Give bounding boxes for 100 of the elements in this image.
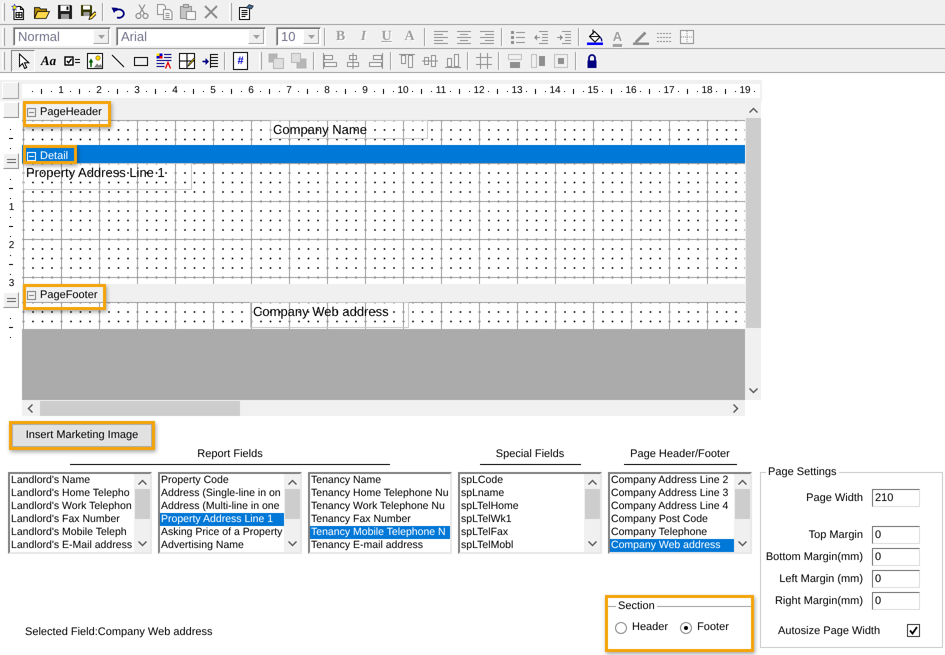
chevron-up-icon[interactable] (288, 479, 296, 485)
list-item[interactable]: Landlord's Mobile Teleph (10, 526, 134, 539)
list-item[interactable]: Company Address Line 2 (610, 474, 734, 487)
list-item[interactable]: Tenancy Mobile Telephone N (310, 526, 450, 539)
floppy-pencil-icon (80, 4, 96, 20)
ruler-label: 7 (286, 85, 292, 96)
group-heading: Report Fields (197, 448, 263, 461)
vertical-scrollbar[interactable] (734, 474, 750, 552)
scrollbar-thumb[interactable] (40, 400, 240, 416)
radio-icon[interactable] (680, 622, 692, 634)
group-heading: Special Fields (496, 448, 564, 461)
report-field[interactable]: Company Name (270, 120, 428, 139)
new-document-icon (10, 4, 26, 20)
ruler-label: 8 (324, 85, 330, 96)
collapse-icon[interactable] (27, 108, 36, 117)
report-field[interactable]: Company Web address (250, 302, 409, 328)
list-item[interactable]: Landlord's Home Telepho (10, 487, 134, 500)
list-item[interactable]: Advertising Name (160, 539, 284, 552)
section-handle[interactable] (3, 153, 19, 169)
vertical-scrollbar[interactable] (284, 474, 300, 552)
list-item[interactable]: Company Post Code (610, 513, 734, 526)
paint-bucket-icon (586, 28, 602, 44)
scrollbar-thumb[interactable] (284, 489, 300, 519)
list-item[interactable]: spLTelHome (460, 500, 584, 513)
list-item[interactable]: Landlord's Name (10, 474, 134, 487)
list-item[interactable]: Company Telephone (610, 526, 734, 539)
list-item[interactable]: Address (Multi-line in one (160, 500, 284, 513)
list-item[interactable]: Tenancy Name (310, 474, 450, 487)
ruler-label: 10 (397, 85, 409, 96)
number-field[interactable]: 0 (872, 592, 920, 610)
document-icon (238, 4, 254, 20)
list-item[interactable]: spLTelFax (460, 526, 584, 539)
group-title: Page Settings (767, 466, 838, 479)
insert-image-button[interactable]: Insert Marketing Image (12, 424, 152, 447)
align-center-icon (456, 28, 472, 44)
folder-icon (34, 4, 50, 20)
section-handle[interactable] (3, 102, 19, 118)
list-item[interactable]: Tenancy E-mail address (310, 539, 450, 552)
align-right-icon (478, 28, 494, 44)
ruler-label: 11 (436, 85, 446, 96)
list-item[interactable]: Company Web address (610, 539, 734, 552)
list-item[interactable]: Landlord's Work Telephon (10, 500, 134, 513)
scrollbar-thumb[interactable] (584, 489, 600, 519)
scrollbar-thumb[interactable] (734, 489, 750, 519)
chevron-up-icon[interactable] (738, 479, 746, 485)
horizontal-scrollbar[interactable] (22, 400, 745, 416)
number-field[interactable]: 0 (872, 526, 920, 544)
vertical-scrollbar[interactable] (584, 474, 600, 552)
align-left-edges-icon (322, 52, 338, 68)
autosize-checkbox[interactable] (907, 624, 920, 637)
report-field[interactable]: Property Address Line 1 (23, 163, 192, 190)
vertical-scrollbar[interactable] (134, 474, 150, 552)
list-item[interactable]: spLname (460, 487, 584, 500)
chevron-down-icon[interactable] (748, 388, 758, 394)
chevron-up-icon[interactable] (138, 479, 146, 485)
vertical-scrollbar[interactable] (745, 101, 761, 400)
pointer-tool-button[interactable] (11, 50, 35, 72)
list-item[interactable]: Landlord's E-Mail address (10, 539, 134, 552)
scrollbar-thumb[interactable] (746, 118, 760, 328)
list-item[interactable]: Tenancy Home Telephone Nu (310, 487, 450, 500)
list-item[interactable]: Property Code (160, 474, 284, 487)
list-item[interactable]: spLCode (460, 474, 584, 487)
list-item[interactable]: Landlord's Fax Number (10, 513, 134, 526)
scrollbar-thumb[interactable] (134, 489, 150, 519)
list-item[interactable]: Company Address Line 4 (610, 500, 734, 513)
list-item[interactable]: Address (Single-line in on (160, 487, 284, 500)
number-field[interactable]: 0 (872, 570, 920, 588)
chevron-left-icon[interactable] (27, 404, 33, 412)
list-item[interactable]: Property Address Line 1 (160, 513, 284, 526)
radio-option[interactable]: Footer (680, 621, 729, 634)
status-text: Selected Field:Company Web address (25, 626, 213, 638)
page-number-button[interactable]: # (233, 52, 248, 70)
chevron-down-icon[interactable] (288, 541, 296, 547)
copy-pages-icon (156, 4, 172, 20)
chevron-down-icon[interactable] (588, 541, 596, 547)
chevron-down-icon[interactable] (738, 541, 746, 547)
dashed-box-icon (552, 52, 568, 68)
ruler-label: 19 (739, 85, 751, 96)
number-field[interactable]: 210 (872, 489, 920, 507)
chevron-down-icon[interactable] (138, 541, 146, 547)
list-item[interactable]: Tenancy Work Telephone Nu (310, 500, 450, 513)
list-item[interactable]: Company Address Line 3 (610, 487, 734, 500)
list-item[interactable]: Tenancy Fax Number (310, 513, 450, 526)
align-bottom-edges-icon (444, 52, 460, 68)
list-item[interactable]: spLTelMobl (460, 539, 584, 552)
chevron-up-icon[interactable] (748, 107, 758, 113)
chevron-up-icon[interactable] (588, 479, 596, 485)
list-item[interactable]: spLTelWk1 (460, 513, 584, 526)
number-field[interactable]: 0 (872, 548, 920, 566)
collapse-icon[interactable] (27, 291, 36, 300)
diagonal-line-icon (110, 52, 126, 68)
chevron-right-icon[interactable] (733, 404, 739, 412)
ruler-label: 2 (96, 85, 102, 96)
list-item[interactable]: Asking Price of a Property (160, 526, 284, 539)
ruler-label: 16 (625, 85, 637, 96)
section-handle[interactable] (3, 292, 19, 308)
label-tool-button[interactable]: Aa (37, 50, 60, 72)
caret-down-icon (308, 34, 314, 38)
radio-option[interactable]: Header (615, 621, 668, 634)
radio-icon[interactable] (615, 622, 627, 634)
